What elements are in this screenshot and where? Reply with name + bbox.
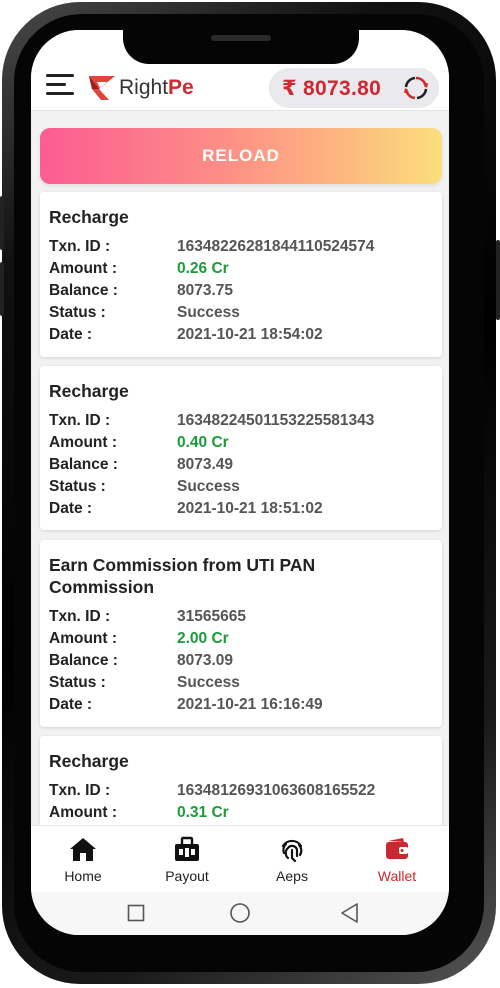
amount-row: Amount :0.31 Cr — [49, 804, 229, 821]
recent-apps-icon[interactable] — [127, 904, 145, 922]
back-icon[interactable] — [340, 902, 360, 924]
transaction-card[interactable]: Recharge Txn. ID :1634822450115322558134… — [40, 366, 442, 530]
transaction-title: Recharge — [49, 381, 129, 401]
nav-label-wallet: Wallet — [377, 868, 417, 884]
balance-row: Balance :8073.49 — [49, 456, 234, 473]
refresh-icon[interactable] — [403, 75, 429, 101]
phone-volume-button — [0, 262, 4, 316]
speaker-grille — [211, 35, 271, 41]
wallet-balance: ₹ 8073.80 — [282, 76, 382, 100]
wallet-icon — [386, 838, 408, 859]
transaction-title: Recharge — [49, 207, 129, 227]
txn-id-row: Txn. ID :31565665 — [49, 608, 246, 625]
nav-home[interactable]: Home — [31, 826, 135, 892]
balance-row: Balance :8073.75 — [49, 282, 234, 299]
txn-id-row: Txn. ID :16348226281844110524574 — [49, 238, 375, 255]
amount-row: Amount :2.00 Cr — [49, 630, 229, 647]
phone-volume-button — [0, 196, 4, 250]
txn-id-row: Txn. ID :16348126931063608165522 — [49, 782, 376, 799]
hamburger-menu-icon[interactable] — [46, 74, 76, 96]
status-row: Status : Success — [49, 304, 240, 321]
transaction-card[interactable]: Earn Commission from UTI PAN Commission … — [40, 540, 442, 727]
payout-icon — [175, 836, 199, 861]
transaction-title: Recharge — [49, 751, 129, 771]
nav-label-home: Home — [64, 868, 102, 884]
status-row: Status : Success — [49, 478, 240, 495]
transaction-title: Earn Commission from UTI PAN Commission — [49, 555, 316, 597]
home-icon — [70, 838, 96, 861]
nav-aeps[interactable]: Aeps — [240, 826, 344, 892]
app-screen: RightPe ₹ 8073.80 RELOAD Recharge Txn. I… — [31, 30, 449, 935]
balance-row: Balance :8073.09 — [49, 652, 234, 669]
brand-name: RightPe — [119, 76, 194, 99]
system-navigation-bar — [31, 892, 449, 935]
nav-label-aeps: Aeps — [276, 868, 308, 884]
fingerprint-icon — [281, 839, 303, 862]
date-row: Date :2021-10-21 18:51:02 — [49, 500, 323, 517]
nav-wallet[interactable]: Wallet — [345, 826, 449, 892]
brand-logo: RightPe — [87, 72, 194, 104]
amount-row: Amount :0.26 Cr — [49, 260, 229, 277]
status-row: Status : Success — [49, 674, 240, 691]
phone-notch — [123, 30, 359, 64]
phone-power-button — [496, 240, 500, 320]
txn-id-row: Txn. ID :16348224501153225581343 — [49, 412, 375, 429]
nav-label-payout: Payout — [165, 868, 209, 884]
nav-payout[interactable]: Payout — [135, 826, 239, 892]
transaction-card[interactable]: Recharge Txn. ID :1634822628184411052457… — [40, 192, 442, 357]
wallet-balance-pill[interactable]: ₹ 8073.80 — [269, 68, 439, 108]
reload-button[interactable]: RELOAD — [40, 128, 442, 184]
date-row: Date :2021-10-21 18:54:02 — [49, 326, 323, 343]
home-button-icon[interactable] — [229, 902, 251, 924]
amount-row: Amount :0.40 Cr — [49, 434, 229, 451]
bottom-navigation: Home Payout Aeps Wallet — [31, 825, 449, 892]
date-row: Date :2021-10-21 16:16:49 — [49, 696, 323, 713]
rightpe-logo-icon — [89, 76, 115, 100]
